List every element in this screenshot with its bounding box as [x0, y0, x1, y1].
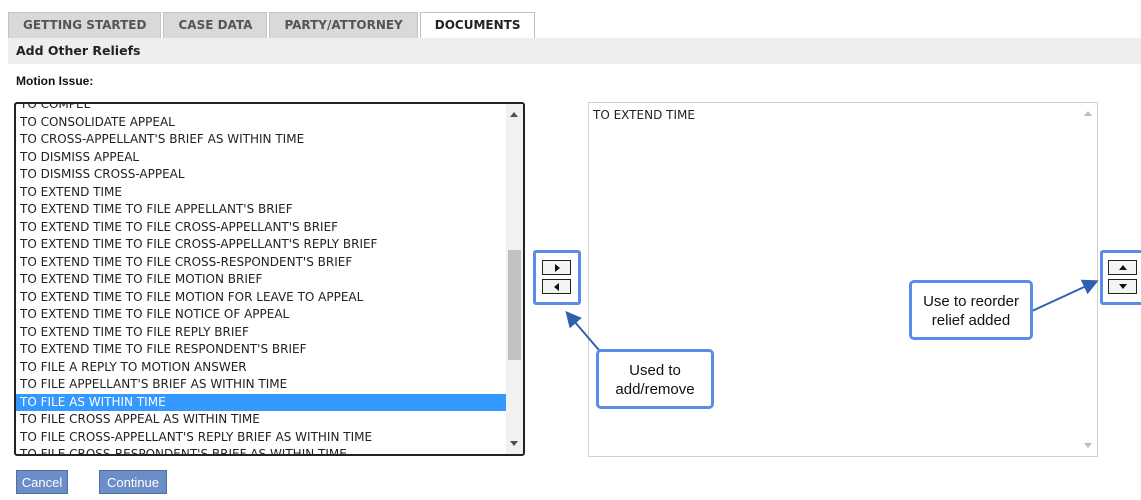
- callout-arrows: [565, 279, 1099, 357]
- continue-button[interactable]: Continue: [99, 470, 167, 494]
- add-remove-callout-line-2: add/remove: [615, 381, 695, 398]
- reorder-callout: Use to reorder relief added: [909, 280, 1033, 340]
- add-remove-callout-line-1: Used to: [629, 362, 681, 379]
- reorder-callout-arrow: [1031, 279, 1099, 312]
- cancel-button[interactable]: Cancel: [16, 470, 68, 494]
- reorder-callout-line-2: relief added: [931, 312, 1011, 329]
- add-remove-callout: Used to add/remove: [596, 349, 714, 409]
- reorder-callout-line-1: Use to reorder: [923, 293, 1019, 310]
